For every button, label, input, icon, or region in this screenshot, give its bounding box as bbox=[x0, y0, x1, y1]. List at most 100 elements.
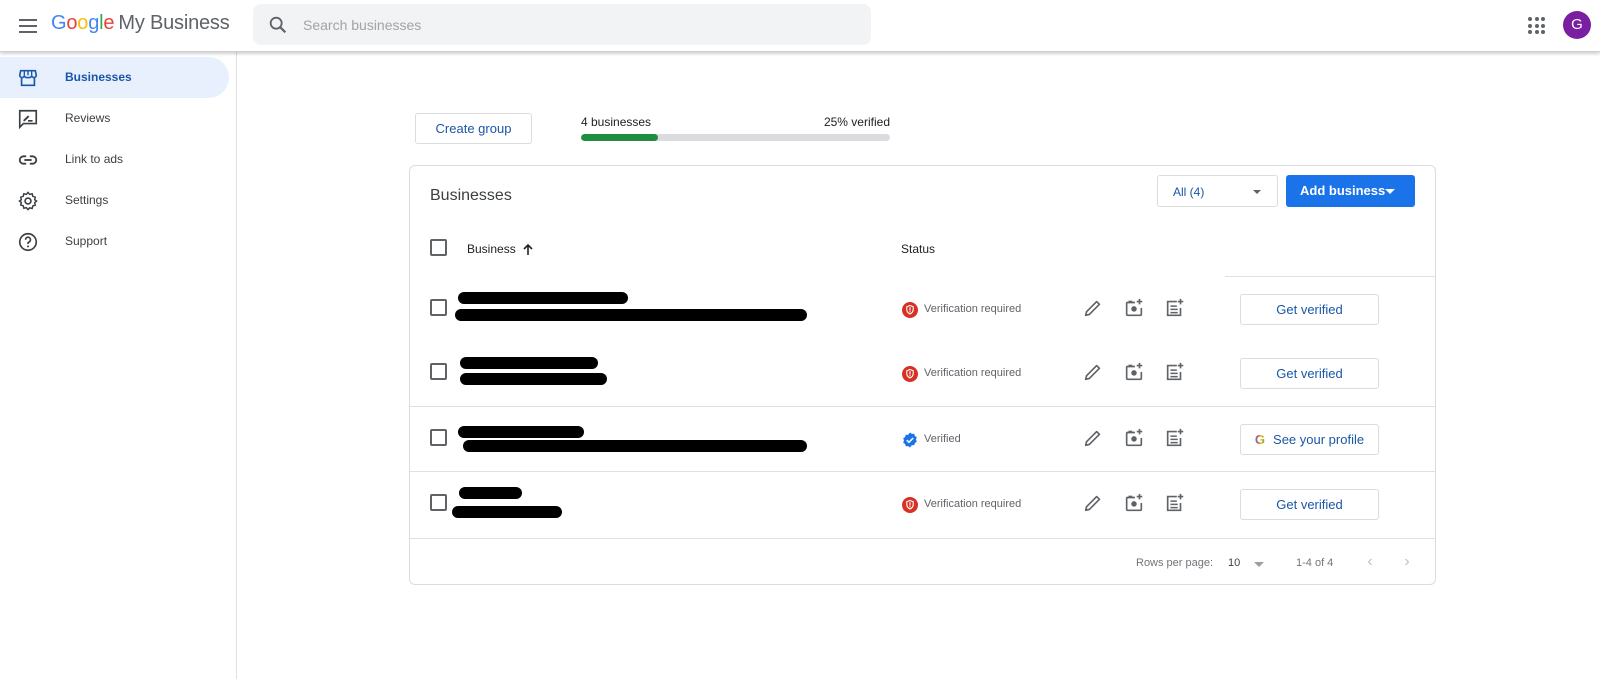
apps-grid-dot bbox=[1541, 17, 1545, 21]
verified-badge-icon bbox=[903, 432, 917, 448]
apps-grid-dot bbox=[1541, 30, 1545, 34]
sidebar-item-support[interactable]: Support bbox=[0, 221, 229, 262]
filter-value: All (4) bbox=[1173, 185, 1205, 199]
hamburger-icon bbox=[19, 19, 37, 21]
button-label: Get verified bbox=[1276, 366, 1343, 381]
hamburger-icon-line bbox=[19, 31, 37, 33]
add-business-label: Add business bbox=[1300, 183, 1386, 198]
apps-grid-dot bbox=[1534, 23, 1539, 28]
status-text: Verification required bbox=[924, 367, 1022, 379]
create-group-button[interactable]: Create group bbox=[415, 113, 532, 144]
apps-grid-dot bbox=[1534, 17, 1539, 21]
sidebar-item-label: Businesses bbox=[65, 70, 132, 84]
chevron-down-icon[interactable] bbox=[1254, 562, 1264, 567]
progress-track bbox=[581, 134, 890, 141]
google-g-icon: G bbox=[1255, 425, 1265, 454]
verified-percent: 25% verified bbox=[823, 115, 890, 129]
redacted-business-name bbox=[459, 487, 522, 499]
add-photo-icon[interactable] bbox=[1123, 361, 1145, 383]
get-verified-button[interactable]: Get verified bbox=[1240, 489, 1379, 520]
search-icon[interactable] bbox=[267, 14, 289, 36]
edit-icon[interactable] bbox=[1082, 297, 1104, 319]
table-row[interactable]: Verification required Get verified bbox=[410, 341, 1435, 405]
button-label: Get verified bbox=[1276, 302, 1343, 317]
main-menu-button[interactable] bbox=[16, 14, 40, 38]
add-photo-icon[interactable] bbox=[1123, 427, 1145, 449]
status-text: Verification required bbox=[924, 303, 1022, 315]
next-page-button[interactable]: › bbox=[1397, 551, 1417, 573]
row-checkbox[interactable] bbox=[430, 429, 447, 446]
row-checkbox[interactable] bbox=[430, 363, 447, 380]
app-logo[interactable]: Google My Business bbox=[51, 12, 230, 35]
sidebar-item-label: Reviews bbox=[65, 111, 111, 125]
rows-per-page-select[interactable]: 10 bbox=[1228, 557, 1240, 569]
redacted-business-address bbox=[463, 440, 807, 452]
businesses-card: Businesses All (4) Add business Business… bbox=[409, 165, 1436, 585]
apps-grid-dot bbox=[1528, 30, 1532, 34]
filter-dropdown[interactable]: All (4) bbox=[1157, 175, 1278, 207]
apps-grid-dot bbox=[1528, 23, 1532, 28]
logo-letter: e bbox=[103, 12, 115, 34]
redacted-business-name bbox=[458, 292, 628, 304]
hamburger-icon-line bbox=[19, 25, 37, 27]
sidebar-item-label: Support bbox=[65, 234, 108, 248]
sort-ascending-icon[interactable] bbox=[522, 242, 534, 256]
row-checkbox[interactable] bbox=[430, 494, 447, 511]
logo-letter: G bbox=[51, 12, 67, 34]
button-label: Get verified bbox=[1276, 497, 1343, 512]
edit-icon[interactable] bbox=[1082, 427, 1104, 449]
sidebar: Businesses Reviews Link to ads Settings … bbox=[0, 52, 237, 679]
get-verified-button[interactable]: Get verified bbox=[1240, 358, 1379, 389]
sidebar-item-reviews[interactable]: Reviews bbox=[0, 98, 229, 139]
apps-launcher-button[interactable] bbox=[1525, 14, 1547, 36]
add-post-icon[interactable] bbox=[1164, 492, 1186, 514]
search-input[interactable] bbox=[303, 4, 853, 45]
link-icon bbox=[18, 155, 38, 165]
rows-per-page-label: Rows per page: bbox=[1136, 557, 1214, 569]
account-avatar[interactable]: G bbox=[1563, 11, 1591, 39]
sidebar-item-businesses[interactable]: Businesses bbox=[0, 57, 229, 98]
status-text: Verified bbox=[924, 433, 961, 445]
warning-shield-icon bbox=[902, 302, 918, 318]
edit-icon[interactable] bbox=[1082, 492, 1104, 514]
pagination-footer: Rows per page: 10 1-4 of 4 ‹ › bbox=[410, 538, 1435, 584]
gear-icon bbox=[18, 191, 38, 211]
redacted-business-address bbox=[452, 506, 562, 518]
get-verified-button[interactable]: Get verified bbox=[1240, 294, 1379, 325]
logo-letter: o bbox=[66, 12, 78, 34]
redacted-business-address bbox=[455, 309, 807, 321]
previous-page-button[interactable]: ‹ bbox=[1360, 551, 1380, 573]
redacted-business-address bbox=[460, 373, 607, 385]
add-post-icon[interactable] bbox=[1164, 297, 1186, 319]
progress-fill bbox=[581, 134, 659, 141]
button-label: See your profile bbox=[1273, 432, 1365, 447]
warning-shield-icon bbox=[902, 366, 918, 382]
sidebar-item-settings[interactable]: Settings bbox=[0, 180, 229, 221]
row-checkbox[interactable] bbox=[430, 299, 447, 316]
table-row[interactable]: Verification required Get verified bbox=[410, 277, 1435, 341]
apps-grid-dot bbox=[1541, 23, 1545, 28]
select-all-checkbox[interactable] bbox=[430, 239, 447, 256]
table-row[interactable]: Verification required Get verified bbox=[410, 471, 1435, 535]
add-photo-icon[interactable] bbox=[1123, 297, 1145, 319]
business-count: 4 businesses bbox=[581, 115, 652, 129]
add-photo-icon[interactable] bbox=[1123, 492, 1145, 514]
column-header-business[interactable]: Business bbox=[467, 242, 516, 256]
add-post-icon[interactable] bbox=[1164, 361, 1186, 383]
add-business-button[interactable]: Add business bbox=[1286, 175, 1415, 207]
add-post-icon[interactable] bbox=[1164, 427, 1186, 449]
rate-review-icon bbox=[18, 109, 38, 130]
table-row[interactable]: Verified G See your profile bbox=[410, 406, 1435, 470]
logo-letter: g bbox=[88, 12, 100, 34]
redacted-business-name bbox=[460, 357, 598, 369]
search-bar bbox=[253, 4, 871, 45]
edit-icon[interactable] bbox=[1082, 361, 1104, 383]
sidebar-item-link-to-ads[interactable]: Link to ads bbox=[0, 139, 229, 180]
column-header-status: Status bbox=[901, 242, 936, 256]
status-text: Verification required bbox=[924, 498, 1022, 510]
see-your-profile-button[interactable]: G See your profile bbox=[1240, 424, 1379, 455]
apps-grid-dot bbox=[1534, 30, 1539, 34]
storefront-icon bbox=[18, 69, 38, 87]
sidebar-item-label: Settings bbox=[65, 193, 109, 207]
page-range: 1-4 of 4 bbox=[1296, 557, 1334, 569]
